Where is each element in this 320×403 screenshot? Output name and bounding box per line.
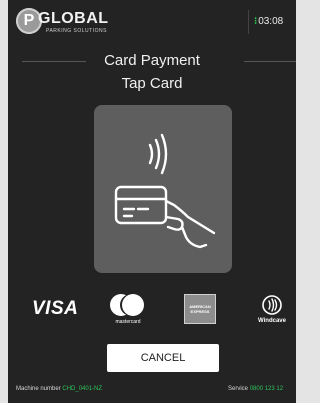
machine-number-value: CHD_0401-NZ xyxy=(62,386,103,392)
clock: ⁝03:08 xyxy=(254,16,283,28)
page-subtitle: Tap Card xyxy=(121,75,183,92)
payment-logos: VISA mastercard AMERICAN EXPRESS Windcav… xyxy=(8,290,296,330)
tap-card-panel xyxy=(94,105,232,273)
brand-tagline: PARKING SOLUTIONS xyxy=(46,28,107,34)
windcave-contactless-icon xyxy=(262,295,282,315)
service-label: Service xyxy=(228,386,249,392)
mastercard-circle-right xyxy=(122,294,144,316)
visa-logo: VISA xyxy=(32,298,79,319)
mastercard-label: mastercard xyxy=(115,319,141,325)
brand-name: GLOBAL xyxy=(38,10,109,27)
mastercard-logo: mastercard xyxy=(108,292,148,328)
service-value: 0800 123 12 xyxy=(249,386,284,392)
service-number: Service 0800 123 12 xyxy=(228,385,283,393)
machine-number: Machine number CHD_0401-NZ xyxy=(16,385,102,393)
amex-logo: AMERICAN EXPRESS xyxy=(184,294,216,324)
footer: Machine number CHD_0401-NZ Service 0800 … xyxy=(8,383,296,395)
contactless-card-tap-icon xyxy=(114,133,216,249)
global-parking-logo: P GLOBAL PARKING SOLUTIONS xyxy=(16,8,126,38)
windcave-label: Windcave xyxy=(258,318,286,324)
windcave-logo: Windcave xyxy=(252,292,292,328)
clock-time: 03:08 xyxy=(258,16,284,27)
top-bar: P GLOBAL PARKING SOLUTIONS ⁝03:08 xyxy=(8,0,296,44)
kiosk-screen: P GLOBAL PARKING SOLUTIONS ⁝03:08 Card P… xyxy=(8,0,296,403)
header-divider xyxy=(248,10,249,34)
cancel-button[interactable]: CANCEL xyxy=(107,344,219,372)
page-title: Card Payment xyxy=(104,52,200,69)
status-indicator-icon: ⁝ xyxy=(254,16,258,27)
amex-label: AMERICAN EXPRESS xyxy=(189,304,211,314)
machine-number-label: Machine number xyxy=(16,386,61,392)
